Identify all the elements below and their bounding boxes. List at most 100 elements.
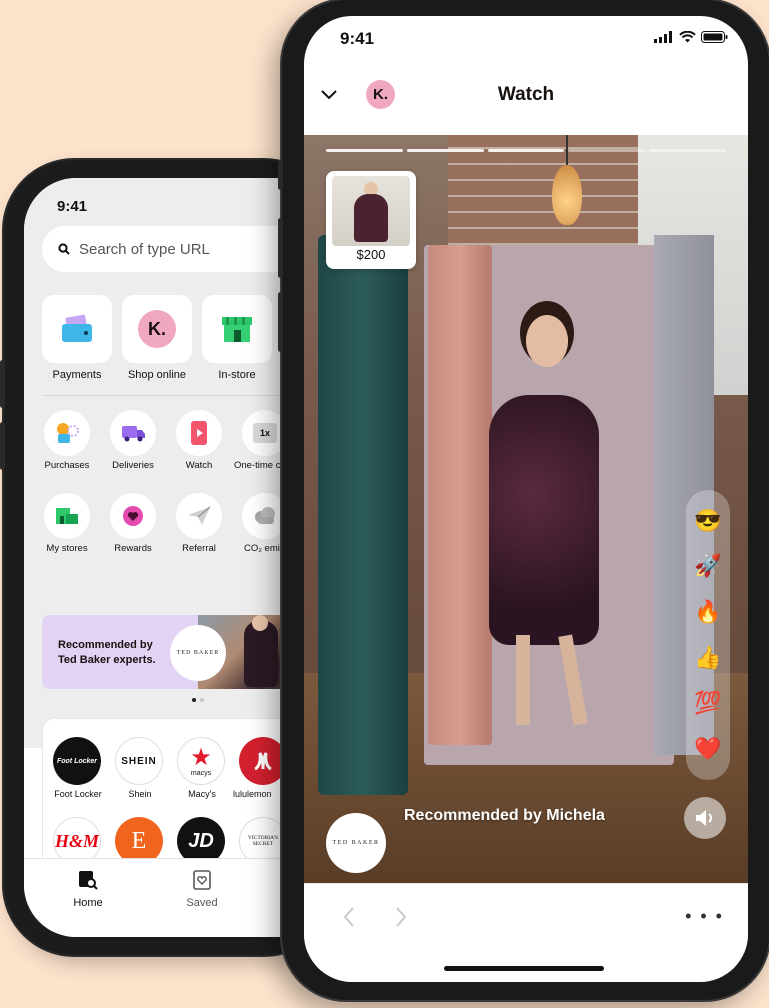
silent-switch <box>278 160 283 190</box>
shop-online-label: Shop online <box>127 369 187 381</box>
deliveries-label: Deliveries <box>112 460 154 471</box>
carousel-dot-active <box>192 698 196 702</box>
lululemon-icon <box>254 752 272 771</box>
purchases-icon <box>57 423 79 443</box>
lamp <box>552 165 582 225</box>
in-store-label: In-store <box>218 369 256 381</box>
volume-up-button <box>0 360 5 408</box>
klarna-k-icon: K. <box>138 310 176 348</box>
tab-home-label: Home <box>73 897 103 909</box>
foot-locker-label: Foot Locker <box>54 789 102 799</box>
product-price: $200 <box>356 247 386 262</box>
hm-logo-text: H&M <box>54 830 99 851</box>
teal-curtain <box>318 235 408 795</box>
search-icon <box>58 243 70 255</box>
model-leg-left <box>516 635 530 725</box>
deliveries-button[interactable] <box>110 410 156 456</box>
model-dress <box>489 395 599 645</box>
wifi-icon <box>679 31 696 43</box>
hundred-emoji-icon[interactable]: 💯 <box>694 692 721 714</box>
battery-icon <box>701 31 728 43</box>
payments-tile[interactable] <box>42 295 112 363</box>
home-search-icon <box>79 871 98 890</box>
ted-baker-logo: TED BAKER <box>170 625 226 681</box>
video-player[interactable]: $200 😎 🚀 🔥 👍 💯 ❤️ TED BAKER Recommended … <box>304 135 748 883</box>
truck-icon <box>122 426 145 442</box>
creator-logo[interactable]: TED BAKER <box>326 813 386 873</box>
volume-down-button <box>0 422 5 470</box>
macys-star-icon: ★ <box>190 743 212 771</box>
my-stores-icon <box>56 508 78 524</box>
one-time-card-icon: 1x <box>253 423 277 443</box>
payments-label: Payments <box>52 369 102 381</box>
referral-label: Referral <box>182 543 216 554</box>
foot-locker-logo-text: Foot Locker <box>56 757 98 765</box>
rocket-emoji-icon[interactable]: 🚀 <box>694 555 721 577</box>
my-stores-button[interactable] <box>44 493 90 539</box>
macys-logo-text: macys <box>190 769 212 777</box>
recommendation-text: Recommended by Ted Baker experts. <box>58 638 156 668</box>
watch-play-icon <box>191 421 207 445</box>
tab-home[interactable]: Home <box>58 869 118 909</box>
story-segment <box>649 149 726 152</box>
story-progress <box>326 149 726 152</box>
product-card[interactable]: $200 <box>326 171 416 269</box>
paper-plane-icon <box>188 506 211 525</box>
story-segment <box>568 149 646 152</box>
shein-label: Shein <box>128 789 152 799</box>
fire-emoji-icon[interactable]: 🔥 <box>694 601 721 623</box>
purchases-button[interactable] <box>44 410 90 456</box>
store-icon <box>222 317 252 342</box>
referral-button[interactable] <box>176 493 222 539</box>
carousel-dots <box>192 698 204 702</box>
search-placeholder: Search of type URL <box>79 240 210 258</box>
my-stores-label: My stores <box>46 543 88 554</box>
speaker-icon <box>696 810 712 826</box>
jd-logo-text: JD <box>188 829 214 852</box>
shop-online-tile[interactable]: K. <box>122 295 192 363</box>
forward-arrow-icon[interactable] <box>394 906 408 928</box>
macys-label: Macy's <box>188 789 216 799</box>
cloud-icon <box>255 507 275 524</box>
recommendation-line-1: Recommended by <box>58 639 153 651</box>
tab-saved[interactable]: Saved <box>172 869 232 909</box>
status-time: 9:41 <box>57 198 88 215</box>
browser-toolbar: • • • <box>304 883 748 953</box>
watch-label: Watch <box>185 460 213 471</box>
foot-locker-logo[interactable]: Foot Locker <box>53 737 101 785</box>
sound-toggle-button[interactable] <box>684 797 726 839</box>
etsy-logo-text: E <box>131 827 147 854</box>
shein-logo[interactable]: SHEIN <box>115 737 163 785</box>
signal-icon <box>654 31 672 43</box>
rewards-button[interactable] <box>110 493 156 539</box>
more-options-button[interactable]: • • • <box>685 906 724 927</box>
status-time: 9:41 <box>340 29 375 48</box>
heart-emoji-icon[interactable]: ❤️ <box>694 738 721 760</box>
volume-down-button <box>278 292 283 352</box>
thumbs-up-emoji-icon[interactable]: 👍 <box>694 646 721 669</box>
home-indicator <box>444 966 604 971</box>
tab-saved-label: Saved <box>186 897 218 909</box>
watch-button[interactable] <box>176 410 222 456</box>
model-head <box>252 615 268 631</box>
macys-logo[interactable]: ★ macys <box>177 737 225 785</box>
story-segment <box>487 149 565 152</box>
story-segment <box>406 149 484 152</box>
reactions-bar: 😎 🚀 🔥 👍 💯 ❤️ <box>686 490 730 780</box>
story-segment <box>326 149 403 152</box>
shein-logo-text: SHEIN <box>121 755 157 767</box>
lululemon-logo[interactable] <box>239 737 287 785</box>
product-dress <box>354 194 388 242</box>
volume-up-button <box>278 218 283 278</box>
page-title: Watch <box>497 84 555 105</box>
status-bar: 9:41 <box>304 16 748 76</box>
recommendation-line-2: Ted Baker experts. <box>58 653 156 666</box>
in-store-tile[interactable] <box>202 295 272 363</box>
pink-curtain <box>428 245 492 745</box>
sunglasses-emoji-icon[interactable]: 😎 <box>694 509 721 532</box>
carousel-dot <box>200 698 204 702</box>
front-phone-screen: 9:41 K. Watch $200 😎 🚀 🔥 👍 💯 ❤️ TED BAKE… <box>304 16 748 982</box>
back-arrow-icon[interactable] <box>342 906 356 928</box>
heart-coin-icon <box>123 506 143 526</box>
rewards-label: Rewards <box>114 543 152 554</box>
